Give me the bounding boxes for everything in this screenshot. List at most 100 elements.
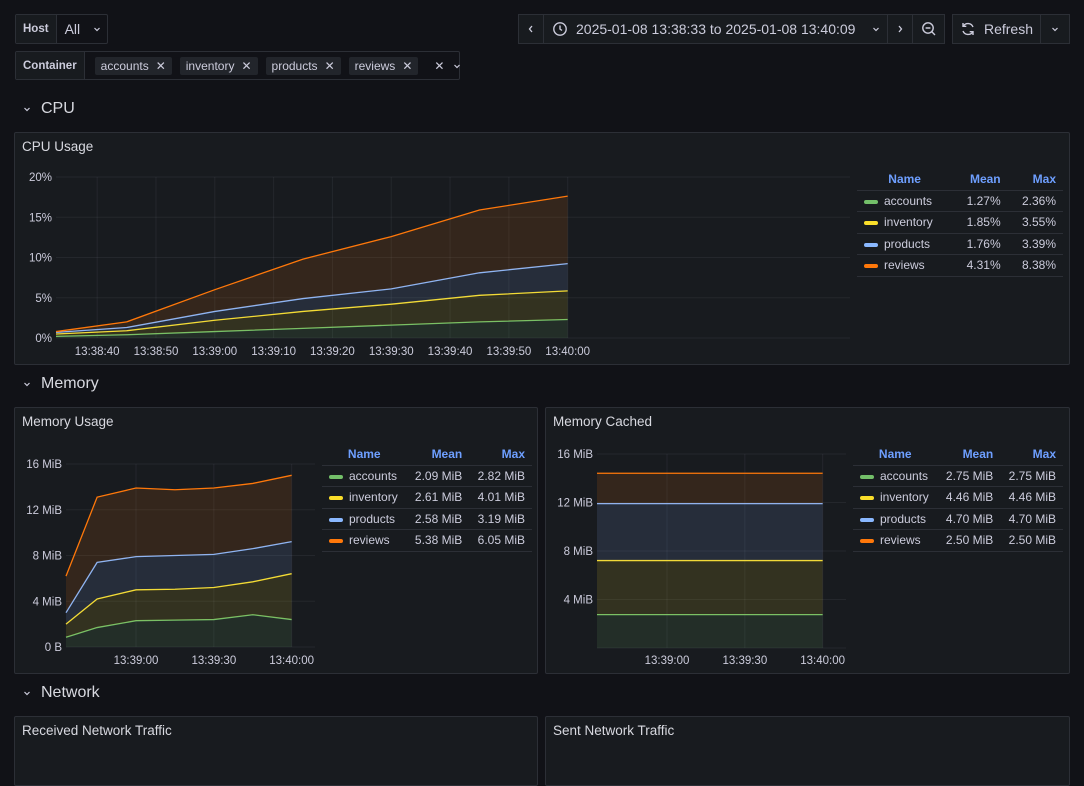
legend-mean-value: 4.70 MiB bbox=[937, 508, 1001, 530]
legend-series-name[interactable]: accounts bbox=[853, 465, 938, 487]
chevron-down-icon[interactable] bbox=[452, 61, 462, 71]
chevron-right-icon bbox=[898, 25, 903, 33]
legend-row[interactable]: reviews 5.38 MiB 6.05 MiB bbox=[322, 529, 532, 552]
chevron-down-icon bbox=[94, 27, 101, 32]
legend-row[interactable]: products 1.76% 3.39% bbox=[857, 233, 1063, 255]
legend-series-name[interactable]: products bbox=[853, 508, 938, 530]
y-tick-label: 12 MiB bbox=[26, 505, 62, 517]
legend-header-mean[interactable]: Mean bbox=[406, 443, 470, 466]
zoom-out-button[interactable] bbox=[912, 14, 945, 44]
legend-series-name[interactable]: inventory bbox=[857, 211, 953, 234]
row-memory[interactable]: Memory bbox=[22, 375, 99, 393]
legend-max-value: 3.55% bbox=[1007, 211, 1063, 234]
container-select[interactable]: accounts ✕ inventory ✕ products ✕ review… bbox=[85, 52, 471, 79]
legend-header-mean[interactable]: Mean bbox=[937, 443, 1001, 466]
legend-series-name[interactable]: accounts bbox=[857, 190, 953, 212]
legend-series-name[interactable]: products bbox=[322, 508, 407, 530]
container-tag: products ✕ bbox=[265, 56, 341, 75]
legend-mean-value: 5.38 MiB bbox=[406, 529, 470, 552]
legend-row[interactable]: inventory 4.46 MiB 4.46 MiB bbox=[853, 486, 1063, 509]
legend-header-mean[interactable]: Mean bbox=[952, 168, 1008, 191]
refresh-label: Refresh bbox=[983, 21, 1034, 37]
row-cpu[interactable]: CPU bbox=[22, 100, 75, 118]
legend-max-value: 2.50 MiB bbox=[1000, 529, 1063, 552]
panel-title: Received Network Traffic bbox=[22, 723, 172, 738]
legend-series-name[interactable]: products bbox=[857, 233, 953, 255]
legend-memory-usage: Name Mean Max accounts 2.09 MiB 2.82 MiB in… bbox=[322, 443, 532, 552]
y-tick-label: 5% bbox=[35, 293, 52, 305]
y-tick-label: 4 MiB bbox=[33, 596, 63, 608]
y-tick-label: 12 MiB bbox=[557, 498, 593, 510]
time-shift-back-button[interactable] bbox=[518, 14, 544, 44]
container-tag: reviews ✕ bbox=[348, 56, 419, 75]
legend-header-max[interactable]: Max bbox=[469, 443, 532, 466]
legend-header-max[interactable]: Max bbox=[1000, 443, 1063, 466]
time-range-picker[interactable]: 2025-01-08 13:38:33 to 2025-01-08 13:40:… bbox=[543, 14, 888, 44]
chevron-down-icon bbox=[1052, 27, 1058, 32]
close-icon[interactable]: ✕ bbox=[402, 59, 412, 73]
series-color-swatch bbox=[329, 539, 343, 544]
series-color-swatch bbox=[329, 496, 343, 501]
legend-row[interactable]: reviews 4.31% 8.38% bbox=[857, 254, 1063, 277]
legend-row[interactable]: accounts 2.75 MiB 2.75 MiB bbox=[853, 465, 1063, 487]
legend-max-value: 2.75 MiB bbox=[1000, 465, 1063, 487]
container-tag-label: inventory bbox=[185, 58, 235, 73]
series-color-swatch bbox=[860, 539, 874, 544]
panel-sent-network-traffic: Sent Network Traffic bbox=[545, 716, 1070, 786]
series-color-swatch bbox=[860, 517, 874, 522]
clock-icon bbox=[553, 22, 567, 36]
legend-memory-cached: Name Mean Max accounts 2.75 MiB 2.75 MiB in… bbox=[853, 443, 1063, 552]
clear-all-icon[interactable]: ✕ bbox=[434, 59, 444, 73]
legend-series-name[interactable]: reviews bbox=[857, 254, 953, 277]
row-title-memory: Memory bbox=[41, 375, 99, 392]
legend-max-value: 8.38% bbox=[1007, 254, 1063, 277]
legend-max-value: 2.82 MiB bbox=[469, 465, 532, 487]
refresh-button[interactable]: Refresh bbox=[952, 14, 1041, 44]
legend-header-name: Name bbox=[322, 443, 407, 466]
chevron-down-icon bbox=[873, 27, 880, 32]
container-tag-label: products bbox=[271, 58, 318, 73]
legend-row[interactable]: accounts 2.09 MiB 2.82 MiB bbox=[322, 465, 532, 487]
legend-mean-value: 2.58 MiB bbox=[406, 508, 470, 530]
host-variable-label: Host bbox=[16, 15, 57, 43]
legend-row[interactable]: products 2.58 MiB 3.19 MiB bbox=[322, 508, 532, 530]
x-tick-label: 13:39:30 bbox=[722, 655, 767, 667]
legend-mean-value: 2.75 MiB bbox=[937, 465, 1001, 487]
area-reviews bbox=[597, 473, 823, 504]
legend-header-max[interactable]: Max bbox=[1007, 168, 1063, 191]
legend-series-name[interactable]: inventory bbox=[853, 486, 938, 509]
close-icon[interactable]: ✕ bbox=[325, 59, 335, 73]
legend-series-name[interactable]: inventory bbox=[322, 486, 407, 509]
legend-header-name: Name bbox=[853, 443, 938, 466]
host-select[interactable]: All bbox=[57, 15, 111, 43]
legend-series-name[interactable]: reviews bbox=[853, 529, 938, 552]
legend-mean-value: 2.09 MiB bbox=[406, 465, 470, 487]
legend-row[interactable]: reviews 2.50 MiB 2.50 MiB bbox=[853, 529, 1063, 552]
legend-row[interactable]: inventory 2.61 MiB 4.01 MiB bbox=[322, 486, 532, 509]
panel-memory-usage: Memory Usage 0 B4 MiB 8 MiB 12 MiB 16 MiB 13… bbox=[14, 407, 538, 674]
y-tick-label: 10% bbox=[29, 253, 52, 265]
legend-row[interactable]: inventory 1.85% 3.55% bbox=[857, 211, 1063, 234]
x-tick-label: 13:39:10 bbox=[251, 346, 296, 358]
y-tick-label: 8 MiB bbox=[564, 546, 594, 558]
legend-row[interactable]: accounts 1.27% 2.36% bbox=[857, 190, 1063, 212]
x-tick-label: 13:40:00 bbox=[269, 655, 314, 667]
container-tag-label: reviews bbox=[354, 58, 396, 73]
y-tick-label: 16 MiB bbox=[26, 459, 62, 471]
legend-mean-value: 1.85% bbox=[952, 211, 1008, 234]
legend-row[interactable]: products 4.70 MiB 4.70 MiB bbox=[853, 508, 1063, 530]
row-network[interactable]: Network bbox=[22, 684, 100, 702]
memory-cached-chart: 4 MiB 8 MiB 12 MiB 16 MiB 13:39:00 13:39:30 13… bbox=[557, 449, 846, 667]
chevron-left-icon bbox=[528, 25, 533, 33]
x-tick-label: 13:40:00 bbox=[545, 346, 590, 358]
x-tick-label: 13:39:30 bbox=[191, 655, 236, 667]
close-icon[interactable]: ✕ bbox=[241, 59, 251, 73]
x-tick-label: 13:39:40 bbox=[428, 346, 473, 358]
close-icon[interactable]: ✕ bbox=[156, 59, 166, 73]
series-color-swatch bbox=[329, 517, 343, 522]
host-variable: Host All bbox=[15, 14, 108, 44]
time-shift-forward-button[interactable] bbox=[887, 14, 913, 44]
legend-series-name[interactable]: accounts bbox=[322, 465, 407, 487]
refresh-interval-picker[interactable] bbox=[1040, 14, 1070, 44]
legend-series-name[interactable]: reviews bbox=[322, 529, 407, 552]
